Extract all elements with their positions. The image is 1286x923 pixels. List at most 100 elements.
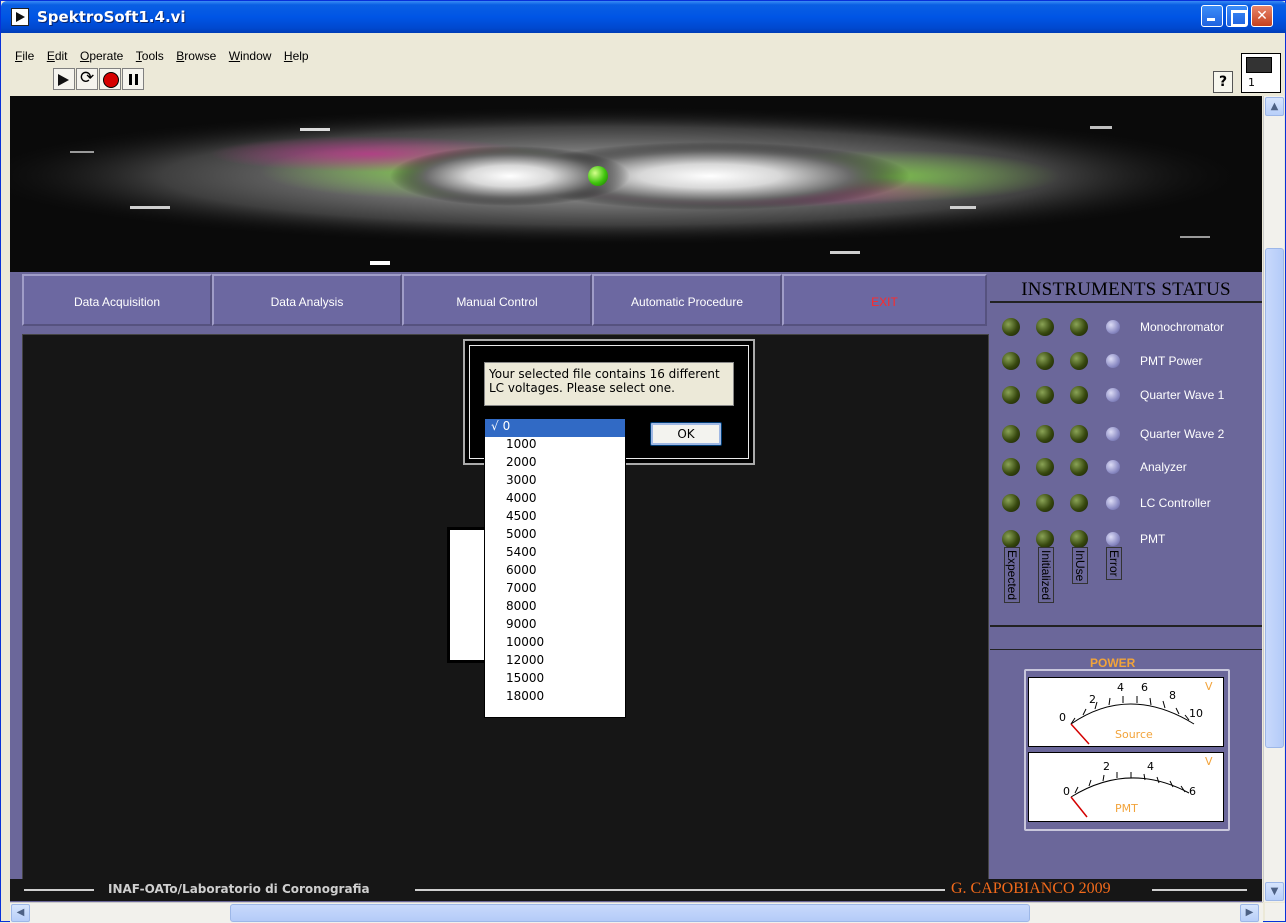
tick-label: 2 bbox=[1089, 693, 1096, 706]
meter-label: Source bbox=[1115, 728, 1153, 741]
divider bbox=[1152, 889, 1247, 891]
dropdown-option[interactable]: 6000 bbox=[485, 563, 625, 581]
initialized-led bbox=[1036, 530, 1054, 548]
run-continuously-icon[interactable] bbox=[76, 68, 98, 90]
dropdown-option[interactable]: 8000 bbox=[485, 599, 625, 617]
vi-connector-icon[interactable]: 1 bbox=[1241, 53, 1281, 93]
instrument-label: Analyzer bbox=[1140, 460, 1187, 474]
spectrum-image bbox=[10, 106, 1250, 265]
divider bbox=[415, 889, 945, 891]
ok-button[interactable]: OK bbox=[650, 422, 722, 446]
spectrum-banner-image bbox=[10, 96, 1262, 272]
menu-bar: File Edit Operate Tools Browse Window He… bbox=[15, 47, 317, 65]
status-row-quarter-wave-2: Quarter Wave 2 bbox=[1002, 425, 1252, 449]
abort-execution-icon[interactable] bbox=[99, 68, 121, 90]
exit-button[interactable]: EXIT bbox=[782, 274, 987, 326]
vi-icon-number: 1 bbox=[1248, 76, 1255, 89]
author-credit: G. CAPOBIANCO 2009 bbox=[945, 880, 1117, 898]
expected-led bbox=[1002, 425, 1020, 443]
initialized-led bbox=[1036, 318, 1054, 336]
inuse-led bbox=[1070, 318, 1088, 336]
tab-automatic-procedure[interactable]: Automatic Procedure bbox=[592, 274, 782, 326]
status-row-monochromator: Monochromator bbox=[1002, 318, 1252, 342]
dropdown-option-selected[interactable]: √ 0 bbox=[485, 419, 625, 437]
close-button[interactable]: ✕ bbox=[1251, 5, 1273, 27]
expected-led bbox=[1002, 494, 1020, 512]
menu-edit[interactable]: Edit bbox=[47, 49, 68, 63]
dropdown-option[interactable]: 3000 bbox=[485, 473, 625, 491]
dropdown-option[interactable]: 2000 bbox=[485, 455, 625, 473]
error-led bbox=[1106, 460, 1120, 474]
menu-help[interactable]: Help bbox=[284, 49, 309, 63]
pause-icon[interactable] bbox=[122, 68, 144, 90]
error-led bbox=[1106, 532, 1120, 546]
tab-manual-control[interactable]: Manual Control bbox=[402, 274, 592, 326]
dropdown-option[interactable]: 5400 bbox=[485, 545, 625, 563]
app-window: SpektroSoft1.4.vi ✕ File Edit Operate To… bbox=[0, 0, 1286, 923]
dropdown-option[interactable]: 9000 bbox=[485, 617, 625, 635]
initialized-led bbox=[1036, 458, 1054, 476]
menu-window[interactable]: Window bbox=[229, 49, 272, 63]
dropdown-option[interactable]: 18000 bbox=[485, 689, 625, 707]
dropdown-option[interactable]: 10000 bbox=[485, 635, 625, 653]
column-label-inuse: InUse bbox=[1072, 547, 1088, 585]
tab-data-analysis[interactable]: Data Analysis bbox=[212, 274, 402, 326]
expected-led bbox=[1002, 530, 1020, 548]
expected-led bbox=[1002, 386, 1020, 404]
scroll-down-icon[interactable]: ▼ bbox=[1265, 882, 1284, 901]
error-led bbox=[1106, 388, 1120, 402]
column-label-expected: Expected bbox=[1004, 547, 1020, 604]
scroll-up-icon[interactable]: ▲ bbox=[1265, 97, 1284, 116]
dropdown-option[interactable]: 4500 bbox=[485, 509, 625, 527]
dropdown-option[interactable]: 7000 bbox=[485, 581, 625, 599]
instrument-label: Quarter Wave 1 bbox=[1140, 388, 1225, 402]
context-help-button[interactable]: ? bbox=[1213, 71, 1233, 93]
dropdown-option[interactable]: 4000 bbox=[485, 491, 625, 509]
initialized-led bbox=[1036, 386, 1054, 404]
tab-data-acquisition[interactable]: Data Acquisition bbox=[22, 274, 212, 326]
instrument-label: Quarter Wave 2 bbox=[1140, 427, 1225, 441]
resize-grip-icon[interactable] bbox=[1265, 903, 1285, 921]
column-label-error: Error bbox=[1106, 547, 1122, 580]
window-title: SpektroSoft1.4.vi bbox=[37, 8, 186, 26]
maximize-button[interactable] bbox=[1226, 5, 1248, 27]
dropdown-option[interactable]: 1000 bbox=[485, 437, 625, 455]
vertical-scroll-thumb[interactable] bbox=[1265, 248, 1284, 748]
status-row-analyzer: Analyzer bbox=[1002, 458, 1252, 482]
dropdown-option[interactable]: 15000 bbox=[485, 671, 625, 689]
scroll-left-icon[interactable]: ◀ bbox=[11, 904, 30, 922]
tick-label: 2 bbox=[1103, 760, 1110, 773]
initialized-led bbox=[1036, 352, 1054, 370]
instruments-status-title: INSTRUMENTS STATUS bbox=[990, 275, 1262, 303]
initialized-led bbox=[1036, 494, 1054, 512]
status-row-quarter-wave-1: Quarter Wave 1 bbox=[1002, 386, 1252, 410]
horizontal-scrollbar[interactable]: ◀ ▶ bbox=[10, 902, 1263, 923]
minimize-button[interactable] bbox=[1201, 5, 1223, 27]
menu-operate[interactable]: Operate bbox=[80, 49, 123, 63]
title-bar[interactable]: SpektroSoft1.4.vi ✕ bbox=[1, 1, 1286, 33]
unit-label: V bbox=[1205, 680, 1213, 693]
tick-label: 0 bbox=[1063, 785, 1070, 798]
error-led bbox=[1106, 427, 1120, 441]
instrument-label: LC Controller bbox=[1140, 496, 1211, 510]
tick-label: 4 bbox=[1117, 681, 1124, 694]
column-label-initialized: Initialized bbox=[1038, 547, 1054, 604]
scroll-right-icon[interactable]: ▶ bbox=[1240, 904, 1259, 922]
menu-browse[interactable]: Browse bbox=[176, 49, 216, 63]
pmt-voltage-meter: 0 2 4 6 V PMT bbox=[1028, 752, 1224, 822]
divider bbox=[24, 889, 94, 891]
dropdown-option[interactable]: 5000 bbox=[485, 527, 625, 545]
lc-voltage-dropdown-list[interactable]: √ 0 1000 2000 3000 4000 4500 5000 5400 60… bbox=[484, 418, 626, 718]
horizontal-scroll-thumb[interactable] bbox=[230, 904, 1030, 922]
run-arrow-icon[interactable] bbox=[53, 68, 75, 90]
labview-vi-icon bbox=[11, 8, 29, 26]
tick-label: 8 bbox=[1169, 689, 1176, 702]
menu-file[interactable]: File bbox=[15, 49, 34, 63]
menu-tools[interactable]: Tools bbox=[136, 49, 164, 63]
tick-label: 10 bbox=[1189, 707, 1203, 720]
status-row-pmt-power: PMT Power bbox=[1002, 352, 1252, 376]
vertical-scrollbar[interactable]: ▲ ▼ bbox=[1263, 96, 1284, 902]
dropdown-option[interactable]: 12000 bbox=[485, 653, 625, 671]
instrument-label: Monochromator bbox=[1140, 320, 1225, 334]
inuse-led bbox=[1070, 530, 1088, 548]
